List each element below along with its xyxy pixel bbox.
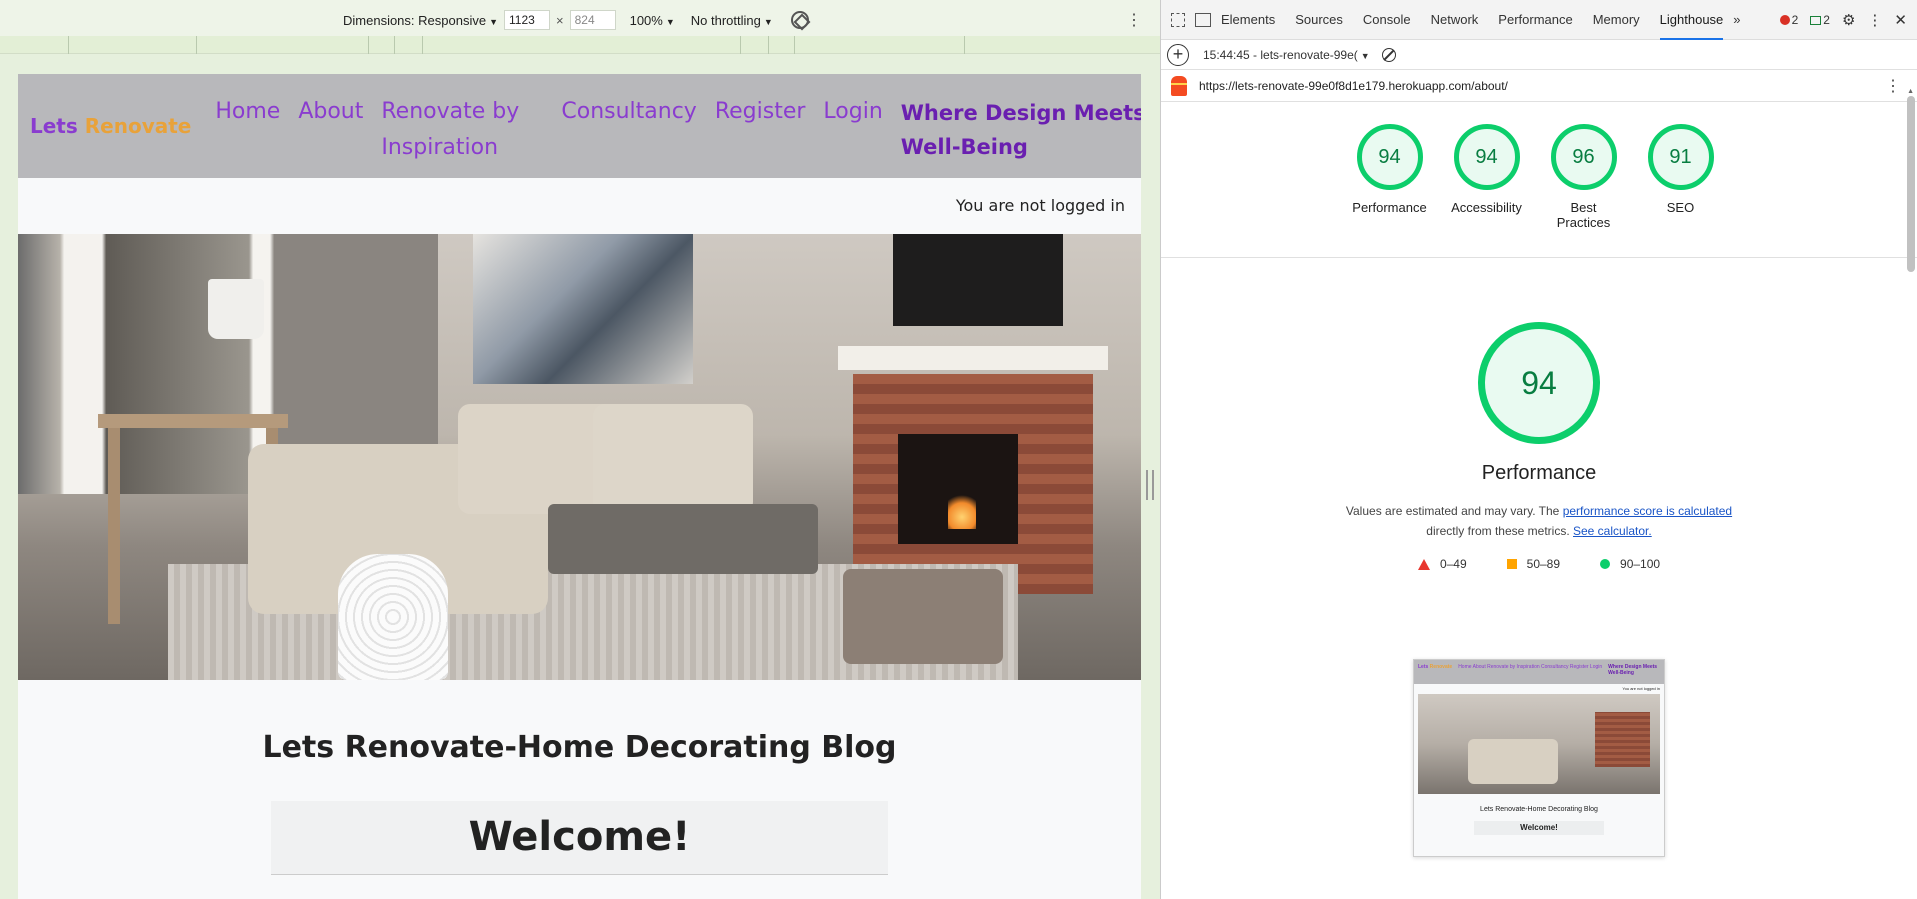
legend-fail: 0–49: [1417, 557, 1467, 571]
chevron-down-icon: ▼: [665, 16, 675, 27]
more-options-icon[interactable]: ⋮: [1126, 10, 1142, 30]
score-seo[interactable]: 91 SEO: [1632, 124, 1729, 257]
media-query-ruler[interactable]: [0, 36, 1160, 54]
inspect-element-icon[interactable]: [1171, 12, 1185, 27]
site-tagline: Where Design Meets Well-Being: [900, 101, 1141, 159]
performance-description: Values are estimated and may vary. The p…: [1345, 504, 1733, 538]
performance-title: Performance: [1481, 462, 1597, 484]
score-label: SEO: [1666, 200, 1695, 215]
site-logo[interactable]: Lets Renovate: [30, 114, 191, 138]
more-options-icon[interactable]: ⋮: [1867, 11, 1882, 29]
score-best-practices[interactable]: 96 Best Practices: [1535, 124, 1632, 257]
resize-handle[interactable]: [1146, 470, 1154, 500]
nav-home[interactable]: Home: [215, 94, 280, 166]
chevron-down-icon: ▼: [1360, 50, 1370, 61]
site-navbar: Lets Renovate Home About Renovate by Ins…: [18, 74, 1141, 178]
score-gauge: 91: [1647, 124, 1714, 190]
score-gauge: 96: [1550, 124, 1617, 190]
error-count[interactable]: 2: [1779, 13, 1798, 27]
devtools-panel: Elements Sources Console Network Perform…: [1160, 0, 1917, 899]
rotate-icon[interactable]: [790, 11, 809, 29]
tab-elements[interactable]: Elements: [1221, 0, 1275, 40]
tab-network[interactable]: Network: [1431, 0, 1479, 40]
see-calculator-link[interactable]: See calculator.: [1573, 524, 1652, 538]
lighthouse-logo-icon: [1171, 75, 1187, 96]
dimensions-dropdown[interactable]: Dimensions: Responsive ▼: [343, 13, 498, 28]
score-label: Best Practices: [1556, 200, 1611, 230]
score-label: Accessibility: [1451, 200, 1522, 215]
triangle-icon: [1417, 558, 1430, 570]
welcome-heading: Welcome!: [271, 801, 888, 875]
more-tabs-icon[interactable]: »: [1733, 0, 1740, 40]
square-icon: [1506, 559, 1517, 569]
login-status: You are not logged in: [18, 178, 1141, 234]
score-legend: 0–49 50–89 90–100: [1161, 557, 1917, 571]
nav-login[interactable]: Login: [823, 94, 882, 166]
circle-icon: [1600, 559, 1611, 569]
nav-about[interactable]: About: [298, 94, 363, 166]
score-gauge: 94: [1356, 124, 1423, 190]
screen: Dimensions: Responsive ▼ 1123 × 824 100% ▼…: [0, 0, 1917, 899]
report-url-bar: https://lets-renovate-99e0f8d1e179.herok…: [1161, 70, 1917, 102]
devtools-tabbar: Elements Sources Console Network Perform…: [1161, 0, 1917, 40]
clear-icon[interactable]: [1381, 47, 1396, 62]
tab-lighthouse[interactable]: Lighthouse: [1659, 2, 1724, 40]
chevron-down-icon: ▼: [489, 16, 498, 27]
message-count[interactable]: 2: [1810, 13, 1830, 27]
tab-sources[interactable]: Sources: [1295, 0, 1343, 40]
chevron-down-icon: ▼: [763, 16, 773, 27]
scrollbar[interactable]: [1907, 96, 1915, 272]
tab-performance[interactable]: Performance: [1498, 0, 1572, 40]
score-gauge: 94: [1453, 124, 1520, 190]
scroll-up-icon[interactable]: ▲: [1907, 88, 1914, 95]
tab-console[interactable]: Console: [1363, 0, 1411, 40]
lighthouse-toolbar: + 15:44:45 - lets-renovate-99e(▼: [1161, 40, 1917, 70]
more-options-icon[interactable]: ⋮: [1885, 76, 1901, 96]
nav-register[interactable]: Register: [715, 94, 806, 166]
legend-average: 50–89: [1506, 557, 1560, 571]
message-icon: [1810, 16, 1822, 25]
throttling-dropdown[interactable]: No throttling ▼: [691, 13, 773, 28]
nav-consultancy[interactable]: Consultancy: [561, 94, 696, 166]
error-icon: [1779, 15, 1790, 25]
score-label: Performance: [1352, 200, 1427, 215]
page-viewport: Lets Renovate Home About Renovate by Ins…: [18, 74, 1141, 899]
performance-gauge: 94: [1478, 322, 1600, 444]
final-screenshot-thumbnail[interactable]: Lets Renovate Home About Renovate by Ins…: [1413, 659, 1665, 857]
score-accessibility[interactable]: 94 Accessibility: [1438, 124, 1535, 257]
gear-icon[interactable]: ⚙: [1842, 11, 1855, 29]
device-emulation-area: Dimensions: Responsive ▼ 1123 × 824 100% ▼…: [0, 0, 1160, 899]
times-separator: ×: [556, 12, 564, 28]
score-summary: 94 Performance 94 Accessibility 96 Best …: [1161, 102, 1917, 258]
blog-title: Lets Renovate-Home Decorating Blog: [262, 730, 897, 765]
device-toolbar: Dimensions: Responsive ▼ 1123 × 824 100% ▼…: [0, 0, 1160, 40]
report-url[interactable]: https://lets-renovate-99e0f8d1e179.herok…: [1199, 79, 1508, 93]
width-input[interactable]: 1123: [504, 10, 550, 30]
height-input[interactable]: 824: [569, 10, 616, 30]
score-calculated-link[interactable]: performance score is calculated: [1563, 504, 1732, 518]
zoom-dropdown[interactable]: 100% ▼: [630, 13, 675, 28]
nav-renovate-by-inspiration[interactable]: Renovate by Inspiration: [381, 94, 531, 166]
report-selector[interactable]: 15:44:45 - lets-renovate-99e(▼: [1203, 48, 1370, 62]
new-report-icon[interactable]: +: [1167, 43, 1189, 66]
nav-links: Home About Renovate by Inspiration Consu…: [215, 94, 1141, 166]
legend-pass: 90–100: [1600, 557, 1660, 571]
device-toggle-icon[interactable]: [1195, 12, 1211, 27]
tab-memory[interactable]: Memory: [1593, 0, 1640, 40]
score-performance[interactable]: 94 Performance: [1341, 124, 1438, 257]
hero-image: [18, 234, 1141, 680]
close-icon[interactable]: ✕: [1894, 11, 1907, 29]
